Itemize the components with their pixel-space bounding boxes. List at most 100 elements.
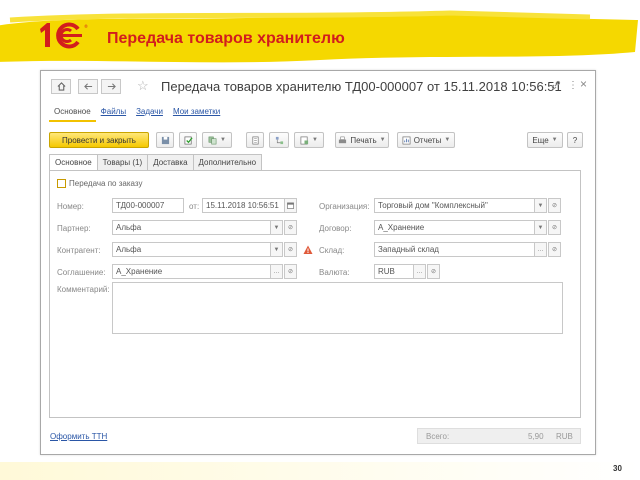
dropdown-arrow-icon: ▼ — [379, 137, 386, 143]
open-link-icon: ⊘ — [551, 247, 558, 253]
form-tabs: Основное Товары (1) Доставка Дополнитель… — [49, 154, 263, 171]
home-button[interactable] — [51, 79, 71, 94]
post-button[interactable] — [179, 132, 197, 148]
dropdown-arrow-icon: ▼ — [551, 137, 558, 143]
total-panel: Всего: 5,90 RUB — [417, 428, 581, 444]
create-based-on-button[interactable]: ▼ — [202, 132, 232, 148]
total-label: Всего: — [426, 432, 450, 441]
back-button[interactable] — [78, 79, 98, 94]
number-field[interactable]: ТД00-000007 — [112, 198, 184, 213]
open-link-icon: ⊘ — [551, 203, 558, 209]
partner-dropdown-button[interactable]: ▼ — [270, 220, 283, 235]
1c-logo: ® — [40, 22, 88, 49]
svg-text:®: ® — [84, 24, 88, 29]
agreement-open-button[interactable]: ⊘ — [284, 264, 297, 279]
agreement-label: Соглашение: — [57, 268, 106, 277]
create-based-on-icon — [208, 136, 217, 144]
contract-dropdown-button[interactable]: ▼ — [534, 220, 547, 235]
contract-open-button[interactable]: ⊘ — [548, 220, 561, 235]
reports-button[interactable]: Отчеты ▼ — [397, 132, 455, 148]
currency-select-button[interactable]: … — [413, 264, 426, 279]
counterparty-field[interactable]: Альфа — [112, 242, 271, 257]
forward-button[interactable] — [101, 79, 121, 94]
create-ttn-link[interactable]: Оформить ТТН — [50, 432, 107, 441]
print-button[interactable]: Печать ▼ — [335, 132, 389, 148]
warehouse-label: Склад: — [319, 246, 345, 255]
slide-title: Передача товаров хранителю — [107, 30, 345, 47]
tab-additional[interactable]: Дополнительно — [193, 154, 263, 171]
dropdown-arrow-icon: ▼ — [273, 224, 280, 231]
navlink-tasks[interactable]: Задачи — [131, 104, 168, 122]
more-actions-button[interactable]: Еще ▼ — [527, 132, 563, 148]
dropdown-arrow-icon: ▼ — [220, 137, 226, 143]
currency-label: Валюта: — [319, 268, 350, 277]
ellipsis-icon: … — [273, 268, 280, 275]
calendar-icon — [287, 202, 294, 209]
arrow-left-icon — [83, 83, 92, 90]
agreement-field[interactable]: А_Хранение — [112, 264, 271, 279]
document-title: Передача товаров хранителю ТД00-000007 о… — [161, 79, 562, 94]
open-link-icon: ⊘ — [287, 247, 294, 253]
delete-mark-button[interactable] — [246, 132, 264, 148]
reports-label: Отчеты — [413, 135, 442, 145]
counterparty-open-button[interactable]: ⊘ — [284, 242, 297, 257]
currency-field[interactable]: RUB — [374, 264, 414, 279]
partner-label: Партнер: — [57, 224, 91, 233]
partner-open-button[interactable]: ⊘ — [284, 220, 297, 235]
organization-field[interactable]: Торговый дом "Комплексный" — [374, 198, 535, 213]
organization-open-button[interactable]: ⊘ — [548, 198, 561, 213]
organization-dropdown-button[interactable]: ▼ — [534, 198, 547, 213]
agreement-select-button[interactable]: … — [270, 264, 283, 279]
open-link-icon: ⊘ — [287, 225, 294, 231]
by-order-checkbox-row[interactable]: Передача по заказу — [57, 179, 142, 188]
tab-delivery[interactable]: Доставка — [148, 154, 194, 171]
open-link-icon: ⊘ — [287, 269, 294, 275]
help-button[interactable]: ? — [567, 132, 583, 148]
report-icon — [300, 136, 309, 144]
comment-label: Комментарий: — [57, 285, 110, 294]
attach-button[interactable]: ▼ — [294, 132, 324, 148]
dropdown-arrow-icon: ▼ — [273, 246, 280, 253]
link-icon[interactable] — [551, 80, 561, 93]
partner-field[interactable]: Альфа — [112, 220, 271, 235]
contract-label: Договор: — [319, 224, 352, 233]
by-order-label: Передача по заказу — [69, 179, 143, 188]
contract-field[interactable]: А_Хранение — [374, 220, 535, 235]
navlink-main[interactable]: Основное — [49, 104, 96, 122]
star-icon[interactable]: ☆ — [137, 78, 149, 94]
navlink-files[interactable]: Файлы — [96, 104, 131, 122]
close-button[interactable]: × — [580, 77, 587, 91]
tab-main[interactable]: Основное — [49, 154, 98, 171]
warehouse-select-button[interactable]: … — [534, 242, 547, 257]
by-order-checkbox[interactable] — [57, 179, 66, 188]
structure-button[interactable] — [269, 132, 289, 148]
number-label: Номер: — [57, 202, 84, 211]
home-icon — [57, 82, 65, 91]
navlink-notes[interactable]: Мои заметки — [168, 104, 225, 122]
more-menu-button[interactable]: ⋮ — [568, 80, 578, 91]
calendar-button[interactable] — [284, 198, 297, 213]
post-and-close-button[interactable]: Провести и закрыть — [49, 132, 149, 148]
reports-icon — [402, 136, 411, 144]
command-bar: Провести и закрыть ▼ ▼ Печать ▼ Отчеты ▼… — [49, 132, 589, 148]
warehouse-field[interactable]: Западный склад — [374, 242, 535, 257]
printer-icon — [339, 136, 347, 143]
tab-panel-main: Передача по заказу Номер: ТД00-000007 от… — [49, 170, 581, 418]
currency-open-button[interactable]: ⊘ — [427, 264, 440, 279]
dropdown-arrow-icon: ▼ — [537, 202, 544, 209]
document-list-icon — [251, 136, 259, 144]
counterparty-dropdown-button[interactable]: ▼ — [270, 242, 283, 257]
form-nav-panel: Основное Файлы Задачи Мои заметки — [41, 104, 225, 122]
post-document-icon — [184, 136, 193, 144]
open-link-icon: ⊘ — [430, 269, 437, 275]
total-currency: RUB — [556, 432, 573, 441]
more-label: Еще — [532, 135, 549, 145]
warehouse-open-button[interactable]: ⊘ — [548, 242, 561, 257]
date-field[interactable]: 15.11.2018 10:56:51 — [202, 198, 285, 213]
save-button[interactable] — [156, 132, 174, 148]
save-icon — [161, 136, 169, 144]
open-link-icon: ⊘ — [551, 225, 558, 231]
dropdown-arrow-icon: ▼ — [537, 224, 544, 231]
comment-field[interactable] — [112, 282, 563, 334]
tab-goods[interactable]: Товары (1) — [97, 154, 149, 171]
